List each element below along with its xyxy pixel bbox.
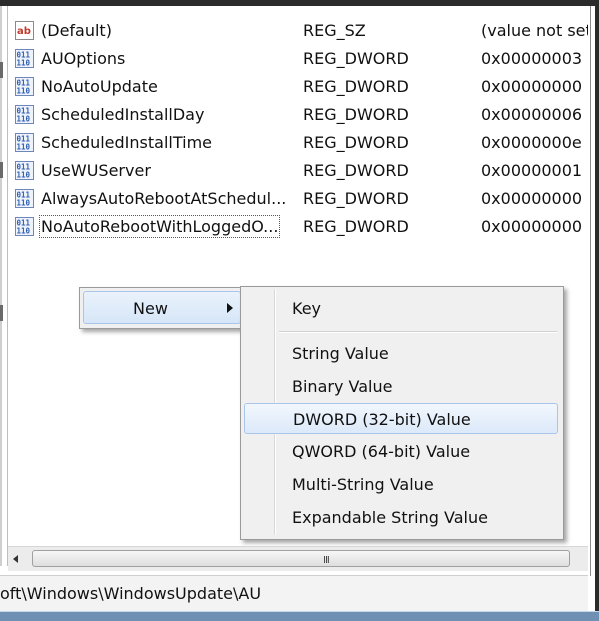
binary-value-icon: 011 110: [15, 217, 34, 236]
menu-item-expandable-string-value[interactable]: Expandable String Value: [244, 502, 558, 533]
value-data: 0x00000000 (0): [481, 189, 588, 208]
menu-item-label: DWORD (32-bit) Value: [293, 410, 471, 429]
value-type: REG_DWORD: [303, 49, 409, 68]
value-type: REG_SZ: [303, 21, 366, 40]
value-name: (Default): [41, 21, 112, 40]
submenu-arrow-icon: [227, 303, 233, 313]
menu-item-label: Binary Value: [292, 377, 393, 396]
registry-value-row-focused[interactable]: 011 110 NoAutoRebootWithLoggedO... REG_D…: [10, 213, 588, 241]
menu-item-string-value[interactable]: String Value: [244, 338, 558, 369]
scroll-left-button[interactable]: [8, 549, 26, 569]
value-data: 0x00000006 (6): [481, 105, 588, 124]
menu-item-label: QWORD (64-bit) Value: [292, 442, 471, 461]
binary-value-icon: 011 110: [15, 77, 34, 96]
svg-text:110: 110: [17, 115, 31, 124]
binary-value-icon: 011 110: [15, 49, 34, 68]
window-left-border: [0, 6, 2, 566]
value-type: REG_DWORD: [303, 105, 409, 124]
menu-item-label: Key: [292, 299, 322, 318]
value-data: (value not set): [481, 21, 588, 40]
menu-item-label: String Value: [292, 344, 389, 363]
menu-item-binary-value[interactable]: Binary Value: [244, 371, 558, 402]
registry-value-row[interactable]: ab (Default) REG_SZ (value not set): [10, 17, 588, 45]
pane-left-border: [7, 6, 8, 566]
value-type: REG_DWORD: [303, 133, 409, 152]
menu-separator: [279, 331, 557, 333]
registry-value-row[interactable]: 011 110 ScheduledInstallTime REG_DWORD 0…: [10, 129, 588, 157]
value-name: ScheduledInstallTime: [41, 133, 212, 152]
binary-value-icon: 011 110: [15, 161, 34, 180]
value-data: 0x00000001 (1): [481, 161, 588, 180]
horizontal-scrollbar[interactable]: III: [8, 546, 588, 571]
value-type: REG_DWORD: [303, 189, 409, 208]
menu-item-key[interactable]: Key: [244, 293, 558, 324]
svg-text:110: 110: [17, 227, 31, 236]
registry-value-row[interactable]: 011 110 UseWUServer REG_DWORD 0x00000001…: [10, 157, 588, 185]
value-name: AUOptions: [41, 49, 126, 68]
value-type: REG_DWORD: [303, 217, 409, 236]
svg-text:110: 110: [17, 87, 31, 96]
context-menu: New: [79, 287, 245, 329]
tree-splitter-mark: [0, 162, 3, 178]
window-top-border: [0, 0, 599, 6]
value-data: 0x0000000e (14): [481, 133, 588, 152]
value-name: AlwaysAutoRebootAtSchedul...: [41, 189, 287, 208]
menu-item-label: Multi-String Value: [292, 475, 434, 494]
registry-path: oft\Windows\WindowsUpdate\AU: [0, 584, 262, 603]
menu-item-multi-string-value[interactable]: Multi-String Value: [244, 469, 558, 500]
svg-text:110: 110: [17, 171, 31, 180]
scroll-grip-icon: III: [323, 555, 330, 566]
registry-value-row[interactable]: 011 110 NoAutoUpdate REG_DWORD 0x0000000…: [10, 73, 588, 101]
value-name: UseWUServer: [41, 161, 151, 180]
menu-item-qword-value[interactable]: QWORD (64-bit) Value: [244, 436, 558, 467]
binary-value-icon: 011 110: [15, 133, 34, 152]
menu-item-new[interactable]: New: [83, 291, 241, 324]
status-bar: oft\Windows\WindowsUpdate\AU: [0, 575, 588, 612]
value-type: REG_DWORD: [303, 77, 409, 96]
svg-text:110: 110: [17, 199, 31, 208]
svg-text:110: 110: [17, 143, 31, 152]
registry-value-row[interactable]: 011 110 AUOptions REG_DWORD 0x00000003 (…: [10, 45, 588, 73]
registry-value-row[interactable]: 011 110 AlwaysAutoRebootAtSchedul... REG…: [10, 185, 588, 213]
tree-splitter-mark: [0, 305, 3, 321]
registry-value-row[interactable]: 011 110 ScheduledInstallDay REG_DWORD 0x…: [10, 101, 588, 129]
window-right-border: [595, 0, 599, 620]
tree-splitter-mark: [0, 62, 3, 78]
pane-right-border: [590, 6, 591, 576]
scroll-thumb[interactable]: III: [32, 550, 570, 567]
value-name: NoAutoRebootWithLoggedO...: [38, 215, 281, 238]
svg-text:110: 110: [17, 59, 31, 68]
value-data: 0x00000000 (0): [481, 77, 588, 96]
menu-item-dword-value[interactable]: DWORD (32-bit) Value: [244, 403, 558, 434]
menu-item-new-label: New: [133, 299, 168, 318]
value-type: REG_DWORD: [303, 161, 409, 180]
value-data: 0x00000003 (3): [481, 49, 588, 68]
value-name: NoAutoUpdate: [41, 77, 158, 96]
svg-text:ab: ab: [17, 26, 31, 37]
binary-value-icon: 011 110: [15, 189, 34, 208]
menu-item-label: Expandable String Value: [292, 508, 488, 527]
binary-value-icon: 011 110: [15, 105, 34, 124]
value-name: ScheduledInstallDay: [41, 105, 205, 124]
string-value-icon: ab: [15, 21, 34, 40]
new-submenu: Key String Value Binary Value DWORD (32-…: [240, 286, 564, 540]
value-data: 0x00000000 (0): [481, 217, 588, 236]
